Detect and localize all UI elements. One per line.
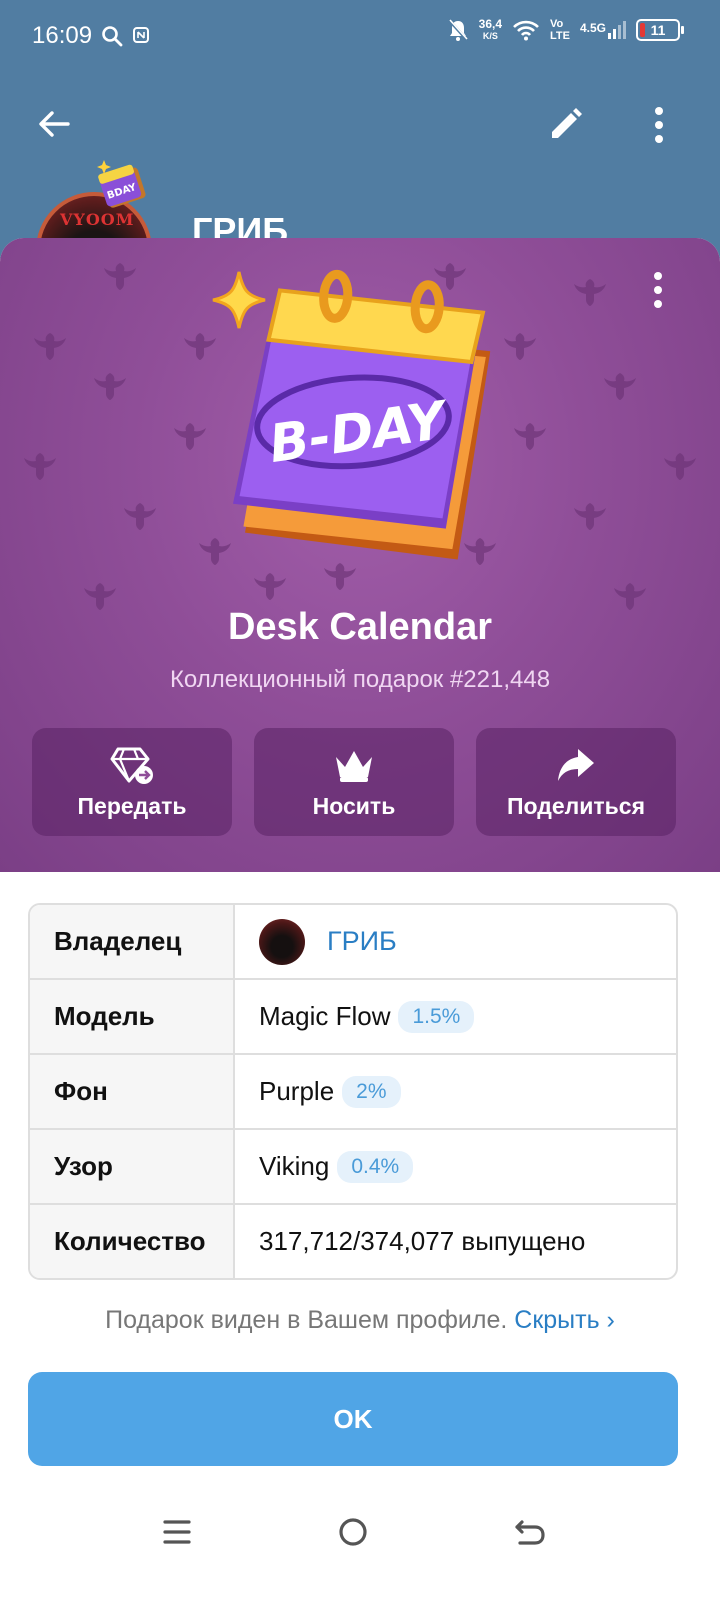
pattern-name: Viking <box>259 1151 330 1181</box>
pattern-row: Узор Viking 0.4% <box>30 1130 676 1205</box>
backdrop-label: Фон <box>30 1055 235 1128</box>
gift-details-table: Владелец ГРИБ Модель Magic Flow 1.5% Фон… <box>28 903 678 1280</box>
share-label: Поделиться <box>506 792 646 819</box>
model-row: Модель Magic Flow 1.5% <box>30 980 676 1055</box>
desk-calendar-art: B-DAY <box>212 269 491 560</box>
wifi-icon <box>513 20 539 41</box>
sheet-more-icon[interactable] <box>648 270 668 310</box>
signal-icon: 4.5G <box>580 21 626 39</box>
network-speed: 36,4 K/S <box>478 17 503 41</box>
model-rarity-badge[interactable]: 1.5% <box>398 1000 475 1033</box>
visibility-text: Подарок виден в Вашем профиле. <box>105 1306 508 1334</box>
owner-avatar[interactable] <box>259 918 305 965</box>
search-icon <box>102 26 123 47</box>
model-name: Magic Flow <box>259 1001 391 1031</box>
ok-button[interactable]: OK <box>28 1372 678 1466</box>
pattern-label: Узор <box>30 1130 235 1203</box>
gift-subtitle: Коллекционный подарок #221,448 <box>169 666 551 693</box>
menu-icon[interactable] <box>157 1512 197 1552</box>
owner-row: Владелец ГРИБ <box>30 905 676 980</box>
edit-pencil-icon[interactable] <box>546 106 584 144</box>
quantity-label: Количество <box>30 1205 235 1278</box>
calendar-badge-icon: BDAY <box>97 160 146 208</box>
quantity-row: Количество 317,712/374,077 выпущено <box>30 1205 676 1278</box>
crown-icon <box>336 750 372 782</box>
backdrop-name: Purple <box>259 1076 335 1106</box>
back-system-icon[interactable] <box>510 1512 550 1552</box>
hide-link[interactable]: Скрыть › <box>514 1306 615 1334</box>
system-navigation-bar <box>0 1500 720 1560</box>
home-circle-icon[interactable] <box>333 1512 373 1552</box>
status-time: 16:09 <box>32 22 93 49</box>
share-arrow-icon <box>558 748 594 781</box>
gift-sheet: B-DAY Desk Calendar Коллекционный подаро… <box>0 238 720 1600</box>
share-button[interactable]: Поделиться <box>476 728 676 836</box>
battery-indicator: 11 <box>636 19 684 41</box>
model-label: Модель <box>30 980 235 1053</box>
visibility-note: Подарок виден в Вашем профиле. Скрыть › <box>0 1306 720 1335</box>
backdrop-row: Фон Purple 2% <box>30 1055 676 1130</box>
gift-title: Desk Calendar <box>227 606 492 648</box>
backdrop-rarity-badge[interactable]: 2% <box>342 1075 401 1108</box>
gem-transfer-icon <box>110 747 153 784</box>
back-arrow-icon[interactable] <box>36 106 72 142</box>
owner-name-link[interactable]: ГРИБ <box>327 926 397 957</box>
transfer-button[interactable]: Передать <box>32 728 232 836</box>
owner-label: Владелец <box>30 905 235 978</box>
owner-value[interactable]: ГРИБ <box>235 905 676 978</box>
more-vertical-icon[interactable] <box>644 104 674 146</box>
backdrop-value: Purple 2% <box>235 1055 676 1128</box>
status-bar: 16:09 36,4 K/S Vo LTE 4.5G 11 <box>0 0 720 70</box>
model-value: Magic Flow 1.5% <box>235 980 676 1053</box>
transfer-label: Передать <box>77 792 187 819</box>
volte-indicator: Vo LTE <box>550 18 570 42</box>
status-indicators: 36,4 K/S Vo LTE 4.5G 11 <box>447 17 684 42</box>
pattern-value: Viking 0.4% <box>235 1130 676 1203</box>
wear-button[interactable]: Носить <box>254 728 454 836</box>
gift-hero: B-DAY Desk Calendar Коллекционный подаро… <box>0 238 720 872</box>
quantity-value: 317,712/374,077 выпущено <box>259 1226 586 1256</box>
pattern-rarity-badge[interactable]: 0.4% <box>337 1150 414 1183</box>
nfc-icon <box>133 27 149 43</box>
mute-bell-icon <box>447 18 468 42</box>
wear-label: Носить <box>312 792 396 819</box>
avatar-logo-text: VYOOM <box>60 210 135 229</box>
